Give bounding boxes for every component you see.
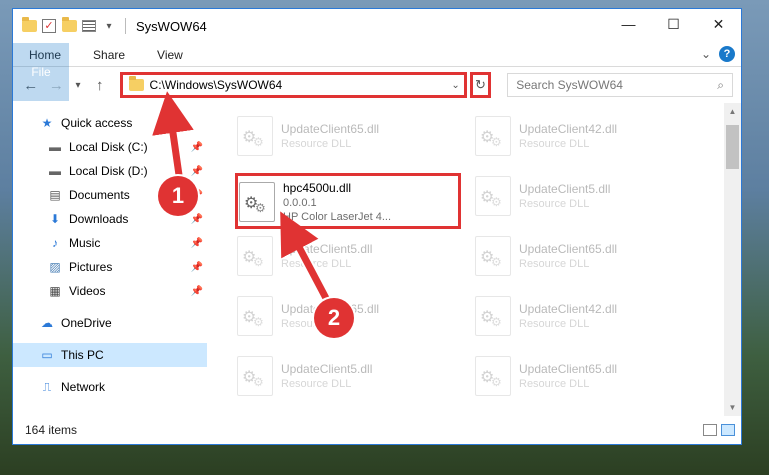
- step-badge-1: 1: [158, 176, 198, 216]
- annotation-arrows: [152, 91, 333, 305]
- step-badge-2: 2: [314, 298, 354, 338]
